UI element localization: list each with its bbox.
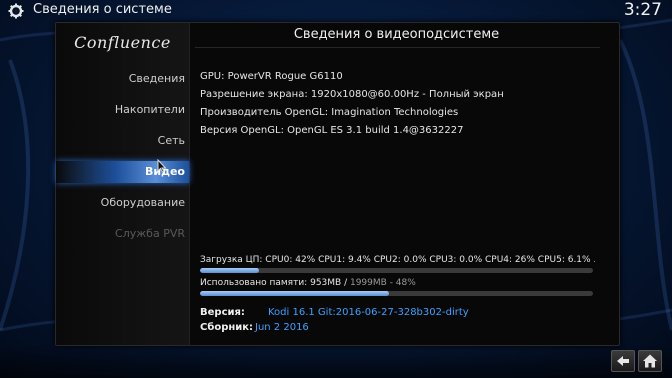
opengl-version-line: Версия OpenGL: OpenGL ES 3.1 build 1.4@3… (200, 125, 464, 136)
cpu-progress-fill (200, 268, 259, 273)
bottom-bar (0, 344, 672, 378)
cpu-usage-text: Загрузка ЦП: CPU0: 42% CPU1: 9.4% CPU2: … (200, 255, 595, 265)
page-title: Сведения о системе (33, 2, 172, 17)
memory-used: 953MB (310, 278, 342, 288)
mouse-cursor-icon (157, 159, 167, 173)
sidebar-item-pvr[interactable]: Служба PVR (56, 223, 189, 245)
version-label: Версия: (200, 307, 245, 318)
title-divider (195, 47, 600, 48)
home-button[interactable] (638, 350, 662, 372)
version-value: Kodi 16.1 Git:2016-06-27-328b302-dirty (268, 307, 469, 318)
back-button[interactable] (611, 350, 635, 372)
cpu-progress-bar (200, 268, 593, 273)
sidebar: Confluence Сведения Накопители Сеть Виде… (56, 23, 190, 345)
sidebar-item-network[interactable]: Сеть (56, 130, 189, 152)
clock: 3:27 (623, 0, 662, 20)
logo: Confluence (74, 33, 171, 52)
resolution-line: Разрешение экрана: 1920x1080@60.00Hz - П… (200, 89, 504, 100)
sidebar-item-storage[interactable]: Накопители (56, 99, 189, 121)
back-icon (617, 356, 629, 366)
content-area: Сведения о видеоподсистеме GPU: PowerVR … (189, 23, 619, 345)
memory-total: 1999MB - 48% (349, 278, 416, 288)
memory-label: Использовано памяти: (200, 278, 311, 288)
opengl-vendor-line: Производитель OpenGL: Imagination Techno… (200, 107, 459, 118)
memory-progress-bar (200, 291, 593, 296)
sidebar-item-hardware[interactable]: Оборудование (56, 192, 189, 214)
memory-progress-fill (200, 291, 389, 296)
sidebar-item-info[interactable]: Сведения (56, 68, 189, 90)
top-bar: Сведения о системе 3:27 (0, 0, 672, 22)
main-panel: Confluence Сведения Накопители Сеть Виде… (55, 22, 620, 346)
memory-separator: / (341, 278, 350, 288)
build-label: Сборник: (200, 322, 254, 333)
home-icon (643, 354, 657, 368)
gpu-line: GPU: PowerVR Rogue G6110 (200, 71, 343, 82)
gear-icon (8, 3, 24, 19)
build-value: Jun 2 2016 (255, 322, 309, 333)
sidebar-item-video[interactable]: Видео (56, 161, 189, 183)
section-title: Сведения о видеоподсистеме (293, 27, 500, 42)
memory-usage-text: Использовано памяти: 953MB / 1999MB - 48… (200, 278, 416, 288)
